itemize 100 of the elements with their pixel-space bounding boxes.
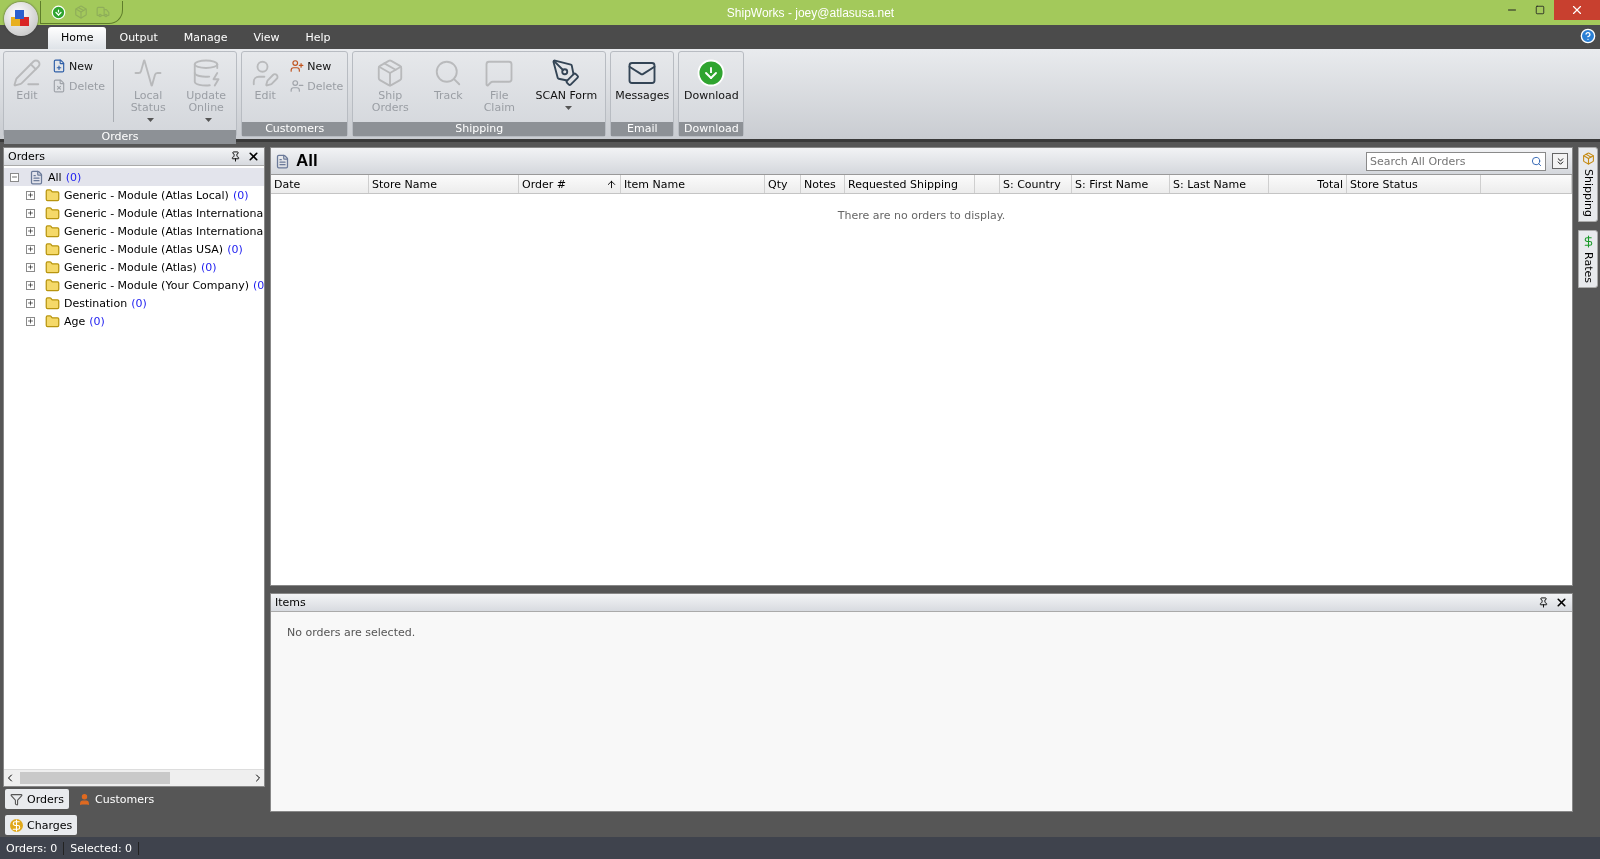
side-tab[interactable]: Shipping	[1578, 147, 1598, 222]
pin-icon[interactable]	[230, 151, 241, 162]
tree-item[interactable]: All (0)	[4, 168, 264, 186]
column-header[interactable]: Store Status	[1347, 175, 1481, 193]
folder-icon	[45, 205, 60, 221]
search-icon[interactable]	[1531, 155, 1542, 167]
count-label: (0)	[65, 170, 82, 184]
column-header[interactable]: S: First Name	[1072, 175, 1170, 193]
folder-icon	[45, 241, 60, 257]
folder-icon	[45, 295, 60, 311]
coin-icon	[10, 818, 23, 832]
side-tab[interactable]: Rates	[1578, 230, 1598, 288]
charges-tab[interactable]: Charges	[5, 815, 78, 835]
tree-item[interactable]: Generic - Module (Atlas) (0)	[4, 258, 264, 276]
tree-item[interactable]: Generic - Module (Your Company) (0	[4, 276, 264, 294]
expand-button[interactable]	[1552, 153, 1568, 169]
menu-tab[interactable]: View	[240, 27, 293, 49]
caret-icon	[146, 118, 154, 122]
folder-icon	[45, 277, 60, 293]
tree-item[interactable]: Generic - Module (Atlas Internationa	[4, 204, 264, 222]
tree-label: Age	[64, 314, 86, 328]
ribbon-button[interactable]: Messages	[615, 54, 670, 104]
count-label: (0)	[232, 188, 249, 202]
column-header[interactable]: S: Last Name	[1170, 175, 1269, 193]
speech-bubble-icon	[484, 58, 515, 88]
tree-item[interactable]: Destination (0)	[4, 294, 264, 312]
list-icon	[275, 153, 290, 169]
column-header[interactable]: Store Name	[369, 175, 519, 193]
ribbon-button[interactable]: New	[52, 59, 106, 73]
menu-tab[interactable]: Help	[292, 27, 344, 49]
folder-icon	[45, 313, 60, 329]
group-label: Customers	[242, 122, 348, 136]
expand-icon[interactable]	[26, 280, 35, 290]
caret-icon	[204, 118, 212, 122]
new-document-icon	[52, 59, 66, 73]
column-header[interactable]: Order #	[519, 175, 621, 193]
expand-icon[interactable]	[26, 208, 35, 218]
expand-icon[interactable]	[26, 298, 35, 308]
count-label: (0)	[227, 242, 243, 256]
close-icon[interactable]	[1555, 596, 1568, 609]
help-icon[interactable]	[1580, 28, 1596, 44]
menu-tab[interactable]: Home	[48, 27, 107, 49]
database-icon	[191, 58, 222, 88]
tree-item[interactable]: Generic - Module (Atlas USA) (0)	[4, 240, 264, 258]
column-header[interactable]: Total	[1269, 175, 1347, 193]
tree-item[interactable]: Generic - Module (Atlas Internationa	[4, 222, 264, 240]
expand-icon[interactable]	[26, 316, 35, 326]
person-icon	[78, 792, 91, 806]
close-icon	[1570, 3, 1584, 17]
empty-message: There are no orders to display.	[836, 208, 1007, 222]
tree-label: Generic - Module (Atlas)	[64, 260, 197, 274]
folder-icon	[45, 223, 60, 239]
tree-label: Generic - Module (Atlas Internationa	[64, 206, 264, 220]
ribbon-button[interactable]: New	[290, 59, 344, 73]
sort-arrow-icon	[606, 178, 617, 190]
ribbon-button[interactable]: Download	[683, 54, 740, 104]
tree-item[interactable]: Age (0)	[4, 312, 264, 330]
count-label: (0	[253, 278, 265, 292]
column-header[interactable]: S: Country	[1000, 175, 1072, 193]
caret-icon	[564, 106, 572, 110]
expand-icon[interactable]	[26, 226, 35, 236]
person-remove-icon	[290, 79, 305, 93]
app-menu-button[interactable]	[4, 2, 38, 36]
ribbon-button[interactable]: SCAN Form	[531, 54, 602, 116]
tree-label: All	[48, 170, 62, 184]
folder-icon	[45, 187, 60, 203]
download-icon[interactable]	[51, 4, 66, 20]
folder-icon	[45, 259, 60, 275]
pin-icon[interactable]	[1538, 597, 1549, 608]
tree-label: Generic - Module (Atlas Internationa	[64, 224, 264, 238]
pen-icon	[551, 58, 582, 88]
count-label: (0)	[200, 260, 217, 274]
tree-label: Destination	[64, 296, 128, 310]
close-icon[interactable]	[247, 150, 260, 163]
window-title: ShipWorks - joey@atlasusa.net	[725, 5, 896, 20]
tree-item[interactable]: Generic - Module (Atlas Local) (0)	[4, 186, 264, 204]
list-icon	[29, 169, 44, 185]
download-icon	[696, 58, 727, 88]
person-add-icon	[290, 59, 305, 73]
expand-icon[interactable]	[26, 190, 35, 200]
search-field[interactable]: Search All Orders	[1366, 151, 1546, 171]
grid-title: All	[296, 151, 319, 171]
pane-tab[interactable]: Customers	[73, 789, 160, 809]
group-label: Orders	[4, 130, 237, 144]
column-header[interactable]: Item Name	[621, 175, 765, 193]
column-header[interactable]: Qty	[765, 175, 801, 193]
menu-tab[interactable]: Manage	[170, 27, 241, 49]
column-header[interactable]: Notes	[801, 175, 845, 193]
delete-document-icon	[52, 79, 66, 93]
tree-label: Generic - Module (Your Company)	[64, 278, 249, 292]
menu-tab[interactable]: Output	[106, 27, 171, 49]
column-header[interactable]: Date	[271, 175, 369, 193]
horizontal-scrollbar[interactable]	[4, 769, 264, 786]
expand-icon[interactable]	[26, 262, 35, 272]
pane-tab[interactable]: Orders	[5, 789, 69, 809]
column-header[interactable]: Requested Shipping	[845, 175, 975, 193]
restore-icon	[1535, 5, 1545, 15]
collapse-icon[interactable]	[10, 172, 19, 182]
funnel-icon	[10, 792, 23, 806]
expand-icon[interactable]	[26, 244, 35, 254]
